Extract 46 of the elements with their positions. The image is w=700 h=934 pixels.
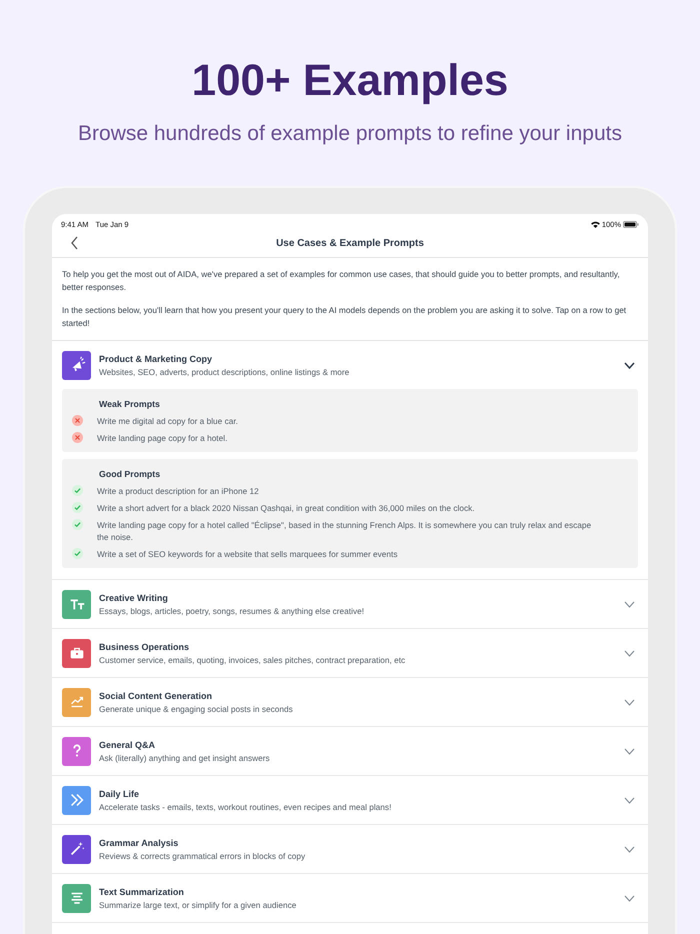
intro-paragraph: To help you get the most out of AIDA, we've prepared a set of examples for common use cases, that should guide you to better prompts, and resultantly, better responses. xyxy=(62,268,621,293)
category-row[interactable]: Daily Life Accelerate tasks - emails, texts, workout routines, even recipes and meal plans! xyxy=(52,776,648,824)
category-row[interactable]: General Q&A Ask (literally) anything and get insight answers xyxy=(52,727,648,775)
prompt-text: Write me digital ad copy for a blue car. xyxy=(97,415,238,427)
category-subtitle: Ask (literally) anything and get insight answers xyxy=(99,752,271,762)
category-row[interactable]: Grammar Analysis Reviews & corrects grammatical errors in blocks of copy xyxy=(52,825,648,873)
category-row[interactable]: Business Operations Customer service, emails, quoting, invoices, sales pitches, contract preparation, etc xyxy=(52,629,648,677)
category-row[interactable]: Product & Marketing Copy Websites, SEO, adverts, product descriptions, online listings & more xyxy=(52,341,648,389)
headline: 100+ Examples xyxy=(192,56,508,106)
prompt-text: Write landing page copy for a hotel called "Éclipse", based in the stunning French Alps. It is somewhere you can truly relax and escape the noise. xyxy=(97,519,592,543)
back-icon[interactable] xyxy=(70,236,80,250)
nav-title: Use Cases & Example Prompts xyxy=(275,238,425,249)
panel-title: Good Prompts xyxy=(98,469,162,479)
category-row[interactable]: Creative Writing Essays, blogs, articles, poetry, songs, resumes & anything else creative! xyxy=(52,580,648,628)
cross-icon xyxy=(72,432,83,443)
panel-title: Weak Prompts xyxy=(98,399,161,409)
category-title: Grammar Analysis xyxy=(99,838,180,848)
category-title: Daily Life xyxy=(99,788,140,798)
category-title: Creative Writing xyxy=(99,592,169,602)
category-subtitle: Essays, blogs, articles, poetry, songs, resumes & anything else creative! xyxy=(99,606,366,616)
category-title: General Q&A xyxy=(99,740,156,750)
prompt-text: Write a set of SEO keywords for a website that sells marquees for summer events xyxy=(97,548,398,560)
cross-icon xyxy=(72,415,83,426)
category-subtitle: Summarize large text, or simplify for a given audience xyxy=(99,900,298,910)
category-title: Business Operations xyxy=(99,642,190,652)
category-subtitle: Customer service, emails, quoting, invoices, sales pitches, contract preparation, etc xyxy=(99,654,406,664)
check-icon xyxy=(72,485,83,496)
category-subtitle: Generate unique & engaging social posts in seconds xyxy=(99,704,294,714)
prompt-text: Write a product description for an iPhone 12 xyxy=(97,485,259,497)
wifi-icon xyxy=(590,220,600,228)
subheadline: Browse hundreds of example prompts to refine your inputs xyxy=(78,122,622,146)
check-icon xyxy=(72,519,83,530)
category-subtitle: Accelerate tasks - emails, texts, workout routines, even recipes and meal plans! xyxy=(99,802,392,812)
category-subtitle: Reviews & corrects grammatical errors in blocks of copy xyxy=(99,850,306,860)
category-title: Social Content Generation xyxy=(99,690,214,700)
prompt-text: Write a short advert for a black 2020 Nissan Qashqai, in great condition with 36,000 miles on the clock. xyxy=(97,502,475,514)
category-row[interactable]: Social Content Generation Generate unique & engaging social posts in seconds xyxy=(52,678,648,726)
check-icon xyxy=(72,502,83,513)
category-title: Product & Marketing Copy xyxy=(99,354,214,364)
category-row[interactable]: Text Summarization Summarize large text, or simplify for a given audience xyxy=(52,874,648,922)
prompt-text: Write landing page copy for a hotel. xyxy=(97,432,228,444)
category-title: Text Summarization xyxy=(99,886,185,896)
intro-paragraph: In the sections below, you'll learn that how you present your query to the AI models depends on the problem you are asking it to solve. Tap on a row to get started! xyxy=(62,304,628,329)
check-icon xyxy=(72,548,83,559)
battery-icon xyxy=(623,220,639,228)
category-subtitle: Websites, SEO, adverts, product descriptions, online listings & more xyxy=(99,366,350,376)
